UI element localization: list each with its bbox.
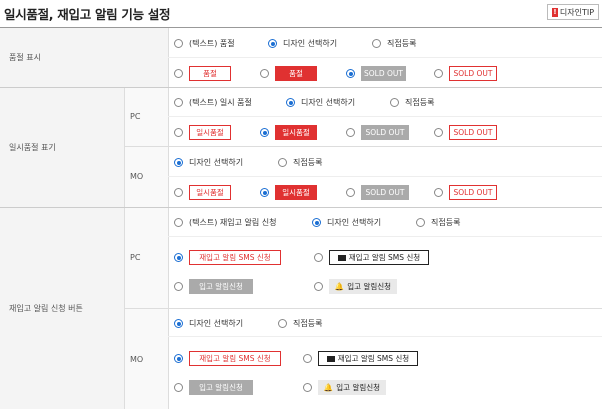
radio-icon[interactable] — [278, 319, 287, 328]
divider — [168, 28, 169, 409]
bell-icon: 🔔 — [334, 282, 345, 291]
divider — [0, 207, 602, 208]
radio-icon[interactable] — [303, 383, 312, 392]
radio-icon[interactable] — [278, 158, 287, 167]
temp-pc-design-option[interactable]: 디자인 선택하기 — [286, 97, 355, 108]
restock-pc-swatch-4[interactable]: 🔔 입고 알림신청 — [314, 279, 397, 294]
restock-pc-swatch-2[interactable]: 재입고 알림 SMS 신청 — [314, 250, 429, 265]
radio-checked-icon[interactable] — [174, 158, 183, 167]
restock-mo-custom-option[interactable]: 직접등록 — [278, 318, 322, 329]
radio-checked-icon[interactable] — [174, 253, 183, 262]
restock-mo-swatch-1[interactable]: 재입고 알림 SMS 신청 — [174, 351, 281, 366]
design-tip-label: 디자인TIP — [559, 7, 595, 17]
radio-icon[interactable] — [346, 188, 355, 197]
radio-icon[interactable] — [174, 282, 183, 291]
restock-pc-custom-option[interactable]: 직접등록 — [416, 217, 460, 228]
radio-checked-icon[interactable] — [312, 218, 321, 227]
radio-checked-icon[interactable] — [260, 128, 269, 137]
temp-pc-swatch-3[interactable]: SOLD OUT — [346, 125, 409, 140]
divider — [124, 146, 602, 147]
radio-icon[interactable] — [174, 218, 183, 227]
restock-mo-swatch-2[interactable]: 재입고 알림 SMS 신청 — [303, 351, 418, 366]
radio-checked-icon[interactable] — [286, 98, 295, 107]
radio-icon[interactable] — [434, 188, 443, 197]
temp-pc-custom-option[interactable]: 직접등록 — [390, 97, 434, 108]
radio-checked-icon[interactable] — [174, 319, 183, 328]
temp-pc-swatch-2[interactable]: 일시품절 — [260, 125, 317, 140]
restock-pc-design-option[interactable]: 디자인 선택하기 — [312, 217, 381, 228]
restock-mo-swatch-4[interactable]: 🔔 입고 알림신청 — [303, 380, 386, 395]
radio-icon[interactable] — [346, 128, 355, 137]
radio-icon[interactable] — [174, 69, 183, 78]
radio-icon[interactable] — [416, 218, 425, 227]
temp-pc-swatch-4[interactable]: SOLD OUT — [434, 125, 497, 140]
radio-icon[interactable] — [434, 128, 443, 137]
temp-mo-swatch-1[interactable]: 일시품절 — [174, 185, 231, 200]
radio-icon[interactable] — [174, 39, 183, 48]
temp-mo-custom-option[interactable]: 직접등록 — [278, 157, 322, 168]
radio-icon[interactable] — [174, 98, 183, 107]
radio-icon[interactable] — [314, 282, 323, 291]
sold-out-custom-option[interactable]: 직접등록 — [372, 38, 416, 49]
temp-mo-swatch-2[interactable]: 일시품절 — [260, 185, 317, 200]
radio-icon[interactable] — [174, 128, 183, 137]
sold-out-swatch-2[interactable]: 품절 — [260, 66, 317, 81]
radio-checked-icon[interactable] — [260, 188, 269, 197]
radio-icon[interactable] — [314, 253, 323, 262]
divider — [168, 336, 602, 337]
exclamation-icon: ! — [551, 7, 558, 17]
divider — [124, 87, 125, 409]
label-temp-sold-out-mo: MO — [124, 146, 168, 207]
radio-icon[interactable] — [390, 98, 399, 107]
label-temp-sold-out-pc: PC — [124, 87, 168, 146]
sold-out-swatch-1[interactable]: 품절 — [174, 66, 231, 81]
mail-icon — [326, 355, 335, 362]
restock-pc-text-option[interactable]: (텍스트) 재입고 알림 신청 — [174, 217, 276, 228]
sold-out-design-option[interactable]: 디자인 선택하기 — [268, 38, 337, 49]
label-restock-pc: PC — [124, 207, 168, 308]
divider — [124, 308, 602, 309]
design-tip-button[interactable]: ! 디자인TIP — [547, 4, 599, 20]
radio-icon[interactable] — [372, 39, 381, 48]
label-restock-button: 재입고 알림 신청 버튼 — [0, 207, 124, 409]
bell-icon: 🔔 — [323, 383, 334, 392]
radio-icon[interactable] — [260, 69, 269, 78]
divider — [168, 116, 602, 117]
restock-pc-swatch-3[interactable]: 입고 알림신청 — [174, 279, 253, 294]
divider — [168, 236, 602, 237]
radio-icon[interactable] — [174, 188, 183, 197]
radio-icon[interactable] — [434, 69, 443, 78]
restock-mo-swatch-3[interactable]: 입고 알림신청 — [174, 380, 253, 395]
divider — [168, 176, 602, 177]
temp-pc-text-option[interactable]: (텍스트) 일시 품절 — [174, 97, 252, 108]
divider — [0, 87, 602, 88]
temp-mo-design-option[interactable]: 디자인 선택하기 — [174, 157, 243, 168]
restock-pc-swatch-1[interactable]: 재입고 알림 SMS 신청 — [174, 250, 281, 265]
mail-icon — [337, 254, 346, 261]
label-temp-sold-out: 일시품절 표기 — [0, 87, 124, 207]
temp-pc-swatch-1[interactable]: 일시품절 — [174, 125, 231, 140]
label-sold-out-display: 품절 표시 — [0, 28, 168, 87]
radio-icon[interactable] — [303, 354, 312, 363]
restock-mo-design-option[interactable]: 디자인 선택하기 — [174, 318, 243, 329]
radio-checked-icon[interactable] — [346, 69, 355, 78]
temp-mo-swatch-3[interactable]: SOLD OUT — [346, 185, 409, 200]
radio-icon[interactable] — [174, 383, 183, 392]
page-title: 일시품절, 재입고 알림 기능 설정 — [4, 7, 171, 22]
sold-out-swatch-4[interactable]: SOLD OUT — [434, 66, 497, 81]
settings-table: 품절 표시 일시품절 표기 PC MO 재입고 알림 신청 버튼 PC MO (… — [0, 27, 602, 409]
divider — [168, 57, 602, 58]
radio-checked-icon[interactable] — [268, 39, 277, 48]
radio-checked-icon[interactable] — [174, 354, 183, 363]
temp-mo-swatch-4[interactable]: SOLD OUT — [434, 185, 497, 200]
sold-out-text-option[interactable]: (텍스트) 품절 — [174, 38, 235, 49]
label-restock-mo: MO — [124, 308, 168, 409]
sold-out-swatch-3[interactable]: SOLD OUT — [346, 66, 406, 81]
